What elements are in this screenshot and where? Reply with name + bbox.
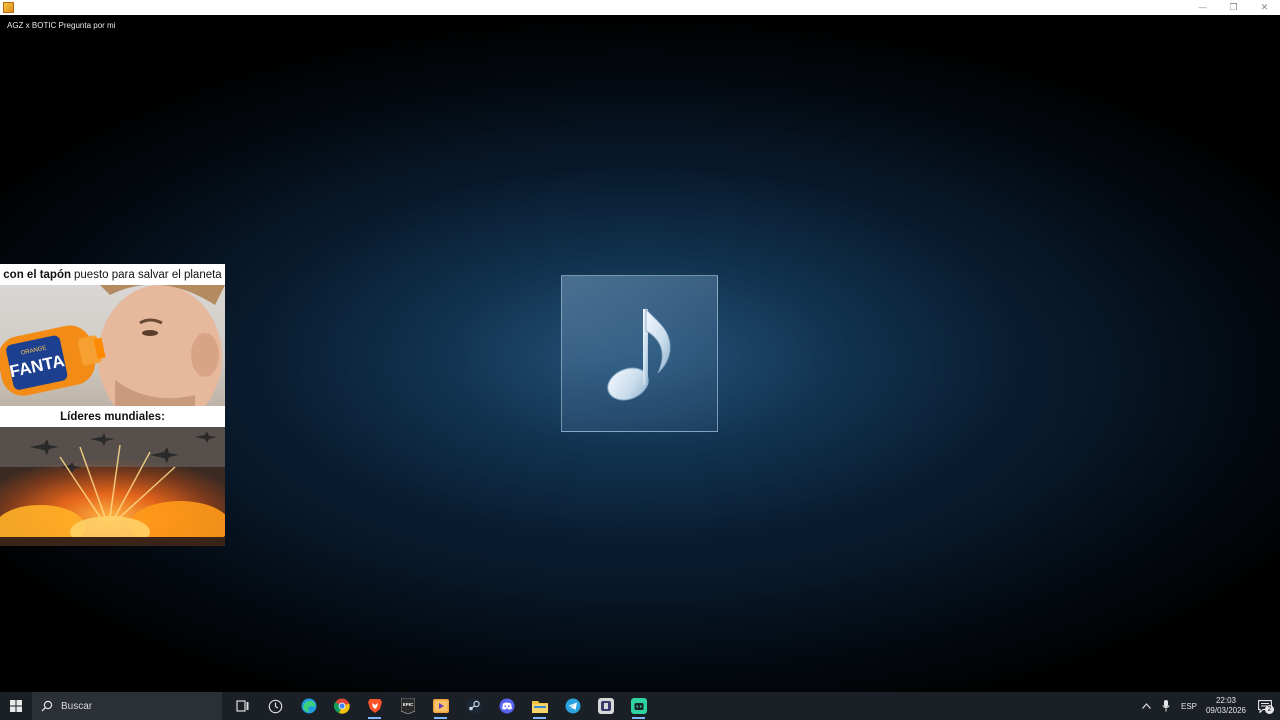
notification-center-button[interactable]: 2 xyxy=(1250,692,1280,720)
meme-image-drinking: FANTA ORANGE xyxy=(0,285,225,406)
chevron-up-icon xyxy=(1141,703,1151,709)
music-note-icon xyxy=(606,307,670,400)
app-icon xyxy=(3,2,14,13)
edge-icon xyxy=(301,698,316,714)
meme-overlay: con el tapón puesto para salvar el plane… xyxy=(0,264,225,546)
search-placeholder: Buscar xyxy=(61,700,93,712)
clock-widget-icon xyxy=(268,699,283,713)
media-title: AGZ x BOTIC Pregunta por mi xyxy=(7,21,116,30)
microphone-button[interactable] xyxy=(1156,692,1176,720)
language-indicator[interactable]: ESP xyxy=(1176,692,1202,720)
system-tray: ESP 22:03 09/03/2026 2 xyxy=(1136,692,1280,720)
epic-games-label: EPIC xyxy=(402,702,413,707)
task-view-icon xyxy=(235,700,248,712)
restore-button[interactable]: ❐ xyxy=(1218,0,1249,15)
green-app-button[interactable] xyxy=(622,692,655,720)
clock-time: 22:03 xyxy=(1215,696,1237,705)
taskbar: Buscar EPIC ESP 22:03 09/03/2026 2 xyxy=(0,692,1280,720)
war-scene-illustration xyxy=(0,427,225,546)
task-view-button[interactable] xyxy=(226,692,259,720)
clock[interactable]: 22:03 09/03/2026 xyxy=(1202,692,1250,720)
album-art-placeholder xyxy=(561,275,718,432)
meme-caption-top: con el tapón puesto para salvar el plane… xyxy=(0,264,225,285)
widgets-button[interactable] xyxy=(259,692,292,720)
man-drinking-illustration: FANTA ORANGE xyxy=(0,285,225,406)
search-icon xyxy=(41,700,53,712)
streamlabs-icon xyxy=(597,698,614,714)
epic-games-icon: EPIC xyxy=(400,698,415,714)
streamlabs-button[interactable] xyxy=(589,692,622,720)
brave-button[interactable] xyxy=(358,692,391,720)
meme-caption-middle: Líderes mundiales: xyxy=(60,410,165,423)
window-controls: — ❐ ✕ xyxy=(1187,0,1280,15)
discord-icon xyxy=(499,698,514,714)
chrome-button[interactable] xyxy=(325,692,358,720)
taskbar-search-box[interactable]: Buscar xyxy=(32,692,222,720)
show-hidden-icons-button[interactable] xyxy=(1136,692,1156,720)
start-button[interactable] xyxy=(0,692,32,720)
minimize-button[interactable]: — xyxy=(1187,0,1218,15)
media-player-button[interactable] xyxy=(424,692,457,720)
folder-icon xyxy=(531,700,548,713)
microphone-icon xyxy=(1162,700,1170,712)
meme-caption-bold: con el tapón xyxy=(3,268,72,281)
telegram-icon xyxy=(565,698,580,714)
green-app-icon xyxy=(630,698,647,714)
discord-button[interactable] xyxy=(490,692,523,720)
edge-button[interactable] xyxy=(292,692,325,720)
window-titlebar: — ❐ ✕ xyxy=(0,0,1280,15)
steam-icon xyxy=(466,698,481,714)
media-player-icon xyxy=(432,699,449,713)
file-explorer-button[interactable] xyxy=(523,692,556,720)
windows-logo-icon xyxy=(10,700,22,712)
steam-button[interactable] xyxy=(457,692,490,720)
meme-image-war xyxy=(0,427,225,546)
player-stage[interactable]: AGZ x BOTIC Pregunta por mi con el tapón… xyxy=(0,15,1280,692)
telegram-button[interactable] xyxy=(556,692,589,720)
chrome-icon xyxy=(333,698,350,714)
close-button[interactable]: ✕ xyxy=(1249,0,1280,15)
brave-icon xyxy=(367,699,382,713)
clock-date: 09/03/2026 xyxy=(1205,706,1247,715)
epic-games-button[interactable]: EPIC xyxy=(391,692,424,720)
meme-caption-rest: puesto para salvar el planeta xyxy=(74,268,222,281)
notification-count-badge: 2 xyxy=(1265,705,1274,714)
